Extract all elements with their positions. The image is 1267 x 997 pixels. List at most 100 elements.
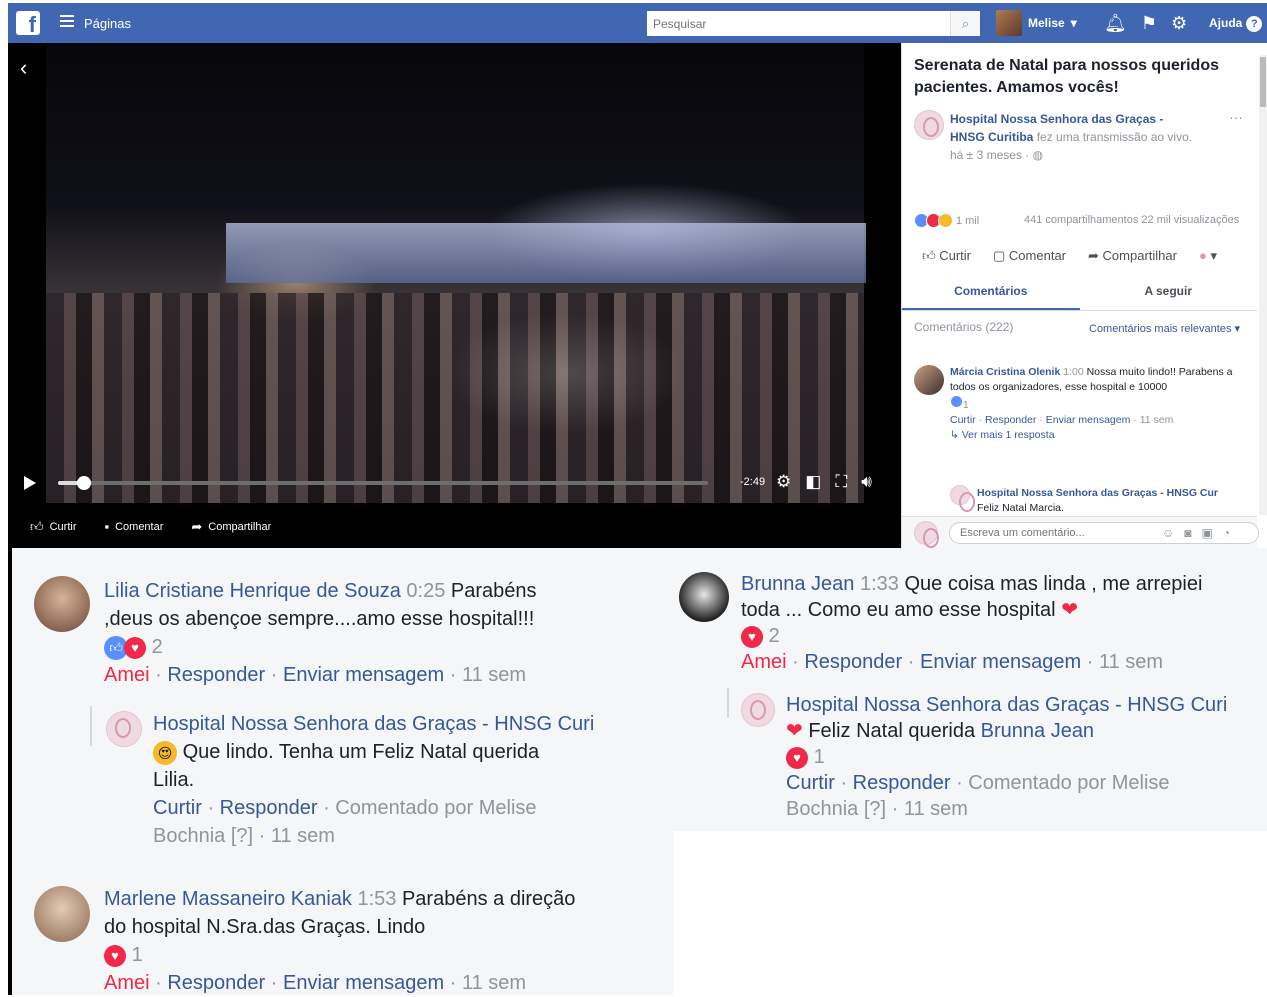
mention-link[interactable]: Brunna Jean bbox=[981, 720, 1094, 742]
share-button[interactable]: ➦ Compartilhar bbox=[1088, 248, 1177, 264]
amei-link[interactable]: Amei bbox=[104, 972, 150, 994]
video-comment-button[interactable]: ▪ Comentar bbox=[104, 519, 163, 534]
like-link[interactable]: Curtir bbox=[153, 797, 202, 819]
reaction-count[interactable]: 1 bbox=[814, 746, 825, 768]
comment-like-count[interactable]: 1 bbox=[963, 399, 969, 411]
view-more-replies-link[interactable]: Ver mais 1 resposta bbox=[962, 429, 1055, 441]
video-like-label: Curtir bbox=[49, 520, 77, 533]
video-player[interactable]: ‹ -2:49 ⚙ ◧ ⛶ 🔊︎ 👍︎ Curtir ▪ Comentar ➦ Com… bbox=[8, 43, 901, 548]
separator: · bbox=[1036, 414, 1046, 426]
camera-icon[interactable]: ◙ bbox=[1184, 526, 1191, 540]
avatar[interactable] bbox=[34, 886, 90, 942]
comment-timestamp[interactable]: 1:33 bbox=[860, 573, 899, 595]
notifications-bell-icon[interactable]: 🔔︎ bbox=[1104, 13, 1127, 34]
message-link[interactable]: Enviar mensagem bbox=[920, 651, 1081, 673]
flag-icon[interactable]: ⚑ bbox=[1141, 13, 1157, 34]
page-avatar[interactable] bbox=[914, 110, 944, 140]
commenter-name[interactable]: Brunna Jean bbox=[741, 573, 854, 595]
sticker-icon[interactable]: ◔ bbox=[1223, 526, 1230, 540]
scrollbar-thumb[interactable] bbox=[1260, 57, 1266, 107]
zoomed-comments-left: Lilia Cristiane Henrique de Souza 0:25 P… bbox=[8, 548, 673, 995]
play-icon[interactable] bbox=[24, 476, 36, 490]
commenter-name[interactable]: Marlene Massaneiro Kaniak bbox=[104, 888, 352, 910]
reply-text: Que lindo. Tenha um Feliz Natal querida bbox=[182, 741, 540, 763]
back-arrow-icon[interactable]: ‹ bbox=[20, 55, 27, 81]
thumbs-up-icon: 👍︎ bbox=[30, 518, 44, 534]
pages-link[interactable]: Páginas bbox=[84, 16, 131, 31]
post-time[interactable]: há ± 3 meses · bbox=[950, 148, 1029, 162]
reaction-count[interactable]: 1 bbox=[132, 944, 143, 966]
heart-emoji-icon: ❤ bbox=[786, 720, 803, 742]
page-avatar[interactable] bbox=[741, 693, 775, 727]
search-icon[interactable]: ⌕ bbox=[950, 11, 980, 36]
shares-count[interactable]: 441 compartilhamentos bbox=[1024, 214, 1138, 226]
reply-thread-line bbox=[727, 688, 729, 718]
like-link[interactable]: Curtir bbox=[786, 772, 835, 794]
scrollbar[interactable] bbox=[1259, 55, 1267, 515]
reply-author[interactable]: Hospital Nossa Senhora das Graças - HNSG… bbox=[977, 487, 1218, 499]
search-input[interactable] bbox=[647, 11, 947, 36]
reactions-summary[interactable]: 1 mil bbox=[914, 213, 979, 228]
comment-like-link[interactable]: Curtir bbox=[950, 414, 976, 426]
share-arrow-icon: ➦ bbox=[1088, 248, 1099, 263]
comment-reply-link[interactable]: Responder bbox=[985, 414, 1036, 426]
reply-link[interactable]: Responder bbox=[853, 772, 951, 794]
gif-icon[interactable]: ▣ bbox=[1202, 526, 1213, 540]
fullscreen-icon[interactable]: ⛶ bbox=[835, 472, 847, 492]
comment-timestamp[interactable]: 1:53 bbox=[357, 888, 396, 910]
user-name: Melise bbox=[1028, 16, 1065, 30]
reply-link[interactable]: Responder bbox=[804, 651, 902, 673]
user-profile-link[interactable]: Melise ▾ bbox=[996, 9, 1077, 37]
menu-icon[interactable] bbox=[60, 15, 74, 29]
page-avatar[interactable] bbox=[950, 485, 975, 512]
comment-button[interactable]: ▢ Comentar bbox=[993, 248, 1066, 264]
message-link[interactable]: Enviar mensagem bbox=[283, 972, 444, 994]
tab-comments[interactable]: Comentários bbox=[902, 273, 1080, 310]
reply-text: Feliz Natal querida bbox=[808, 720, 976, 742]
reply-link[interactable]: Responder bbox=[167, 972, 265, 994]
facebook-logo-icon[interactable]: f bbox=[16, 11, 40, 35]
globe-icon: ◍ bbox=[1032, 148, 1044, 162]
comment-timestamp[interactable]: 0:25 bbox=[406, 580, 445, 602]
emoji-icon[interactable]: ☺ bbox=[1162, 526, 1174, 540]
control-icons: ⚙ ◧ ⛶ 🔊︎ bbox=[776, 472, 872, 492]
reply-author[interactable]: Hospital Nossa Senhora das Graças - HNSG… bbox=[153, 713, 594, 735]
reply-link[interactable]: Responder bbox=[220, 797, 318, 819]
video-share-button[interactable]: ➦ Compartilhar bbox=[191, 519, 271, 535]
reaction-picker-button[interactable]: ● ▾ bbox=[1199, 248, 1217, 264]
commenter-name[interactable]: Lilia Cristiane Henrique de Souza bbox=[104, 580, 401, 602]
tab-follow[interactable]: A seguir bbox=[1080, 273, 1258, 310]
page-avatar[interactable] bbox=[106, 711, 142, 747]
page-avatar bbox=[914, 521, 939, 548]
separator: · bbox=[786, 651, 805, 673]
amei-link[interactable]: Amei bbox=[104, 664, 150, 686]
comment-message-link[interactable]: Enviar mensagem bbox=[1046, 414, 1131, 426]
progress-knob[interactable] bbox=[77, 476, 91, 490]
separator: · bbox=[902, 651, 920, 673]
comments-count: Comentários (222) bbox=[914, 320, 1014, 334]
more-options-icon[interactable]: ··· bbox=[1229, 109, 1243, 125]
like-button[interactable]: 👍︎ Curtir bbox=[922, 248, 971, 264]
comment-icon: ▪ bbox=[104, 519, 110, 534]
volume-icon[interactable]: 🔊︎ bbox=[861, 472, 872, 492]
reply-author[interactable]: Hospital Nossa Senhora das Graças - HNSG… bbox=[786, 694, 1227, 716]
picture-in-picture-icon[interactable]: ◧ bbox=[805, 472, 821, 492]
reaction-count[interactable]: 2 bbox=[152, 636, 163, 658]
video-like-button[interactable]: 👍︎ Curtir bbox=[30, 519, 76, 535]
message-link[interactable]: Enviar mensagem bbox=[283, 664, 444, 686]
help-link[interactable]: Ajuda? bbox=[1209, 16, 1263, 32]
commented-by: Comentado por Melise bbox=[335, 797, 537, 819]
avatar[interactable] bbox=[914, 365, 944, 395]
avatar[interactable] bbox=[34, 576, 90, 632]
comment-sort-dropdown[interactable]: Comentários mais relevantes ▾ bbox=[1089, 322, 1240, 335]
video-progress-bar[interactable] bbox=[58, 476, 708, 490]
amei-link[interactable]: Amei bbox=[741, 651, 787, 673]
commenter-name[interactable]: Márcia Cristina Olenik bbox=[950, 366, 1060, 378]
reaction-count[interactable]: 2 bbox=[769, 625, 780, 647]
gear-icon[interactable]: ⚙ bbox=[1171, 13, 1187, 34]
avatar[interactable] bbox=[679, 572, 729, 622]
comment-timestamp[interactable]: 1:00 bbox=[1063, 366, 1083, 378]
reply-link[interactable]: Responder bbox=[167, 664, 265, 686]
video-frame[interactable] bbox=[46, 43, 866, 503]
settings-gear-icon[interactable]: ⚙ bbox=[776, 472, 791, 492]
